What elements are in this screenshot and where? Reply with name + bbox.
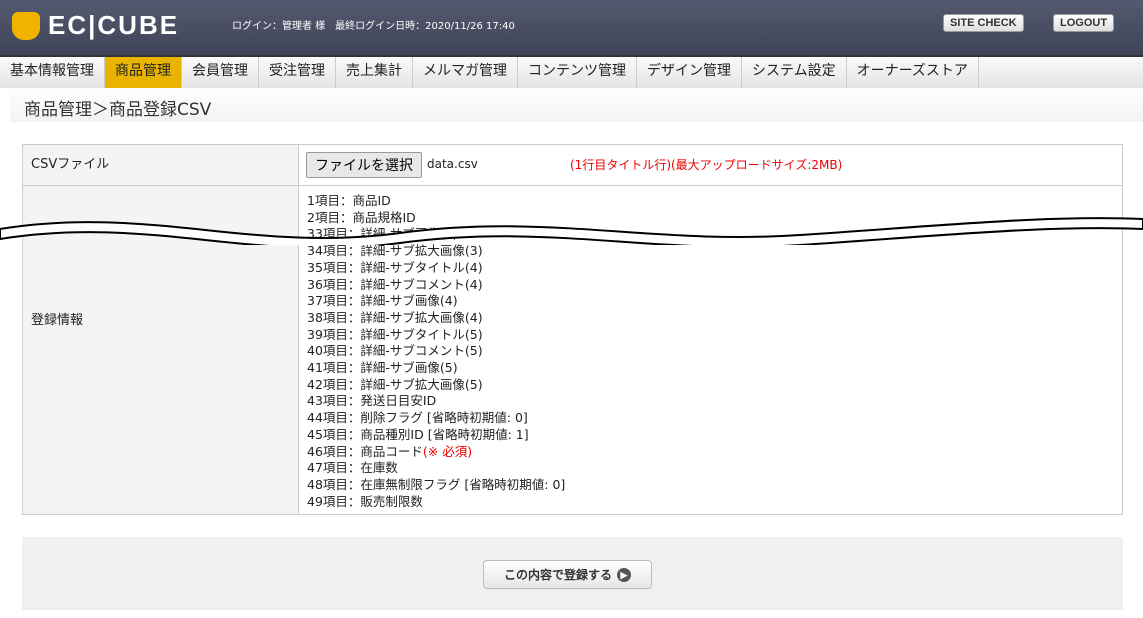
field-list-item: 41項目：詳細-サブ画像(5)	[307, 360, 565, 377]
field-text: 39項目：詳細-サブタイトル(5)	[307, 326, 483, 342]
field-list-item: 46項目：商品コード(※ 必須)	[307, 444, 565, 461]
nav-tab[interactable]: コンテンツ管理	[518, 57, 637, 88]
nav-tab[interactable]: 基本情報管理	[0, 57, 105, 88]
field-text: 38項目：詳細-サブ拡大画像(4)	[307, 309, 483, 325]
field-list-item: 45項目：商品種別ID [省略時初期値: 1]	[307, 427, 565, 444]
field-text: 44項目：削除フラグ [省略時初期値: 0]	[307, 410, 528, 426]
field-list-item: 39項目：詳細-サブタイトル(5)	[307, 327, 565, 344]
field-list-item: 37項目：詳細-サブ画像(4)	[307, 293, 565, 310]
file-name: data.csv	[427, 157, 478, 171]
field-list-item: 34項目：詳細-サブ拡大画像(3)	[307, 243, 565, 260]
register-label: この内容で登録する	[503, 568, 612, 582]
field-list-item: 36項目：詳細-サブコメント(4)	[307, 277, 565, 294]
field-list-item: 43項目：発送日目安ID	[307, 393, 565, 410]
footer-actions: この内容で登録する ▶	[22, 537, 1123, 610]
field-list-item: 47項目：在庫数	[307, 460, 565, 477]
csv-form-table: CSVファイル ファイルを選択 data.csv (1行目タイトル行)(最大アッ…	[22, 144, 1123, 515]
file-select-button[interactable]: ファイルを選択	[306, 152, 422, 178]
field-text: 40項目：詳細-サブコメント(5)	[307, 343, 483, 359]
register-button[interactable]: この内容で登録する ▶	[483, 560, 652, 589]
field-list-item: 40項目：詳細-サブコメント(5)	[307, 343, 565, 360]
field-list-item: 49項目：販売制限数	[307, 494, 565, 511]
logo-text: EC|CUBE	[48, 10, 180, 40]
nav-tab[interactable]: システム設定	[742, 57, 847, 88]
cube-logo-icon	[12, 11, 40, 40]
field-text: 41項目：詳細-サブ画像(5)	[307, 360, 458, 376]
csv-file-label: CSVファイル	[23, 145, 299, 185]
nav-tab[interactable]: 売上集計	[336, 57, 413, 88]
field-text: 46項目：商品コード	[307, 443, 423, 459]
nav-tab[interactable]: デザイン管理	[637, 57, 742, 88]
field-text: 35項目：詳細-サブタイトル(4)	[307, 259, 483, 275]
field-list-item: 44項目：削除フラグ [省略時初期値: 0]	[307, 410, 565, 427]
field-text: 36項目：詳細-サブコメント(4)	[307, 276, 483, 292]
field-text: 42項目：詳細-サブ拡大画像(5)	[307, 376, 483, 392]
upload-note: (1行目タイトル行)(最大アップロードサイズ:2MB)	[570, 158, 843, 172]
field-text: 37項目：詳細-サブ画像(4)	[307, 293, 458, 309]
breadcrumb: 商品管理＞商品登録CSV	[10, 88, 1143, 122]
header: EC|CUBE ログイン：管理者 様 最終ログイン日時：2020/11/26 1…	[0, 0, 1143, 55]
page-break-wave	[0, 217, 1143, 245]
nav-tab[interactable]: 会員管理	[182, 57, 259, 88]
main-nav: 基本情報管理 商品管理 会員管理 受注管理 売上集計 メルマガ管理 コンテンツ管理 デザイン管…	[0, 55, 1143, 88]
field-text: 47項目：在庫数	[307, 460, 398, 476]
logo[interactable]: EC|CUBE	[12, 10, 179, 41]
nav-tab[interactable]: オーナーズストア	[847, 57, 979, 88]
field-text: 48項目：在庫無制限フラグ [省略時初期値: 0]	[307, 476, 566, 492]
field-list-item: 48項目：在庫無制限フラグ [省略時初期値: 0]	[307, 477, 565, 494]
field-text: 43項目：発送日目安ID	[307, 393, 437, 409]
field-text: 45項目：商品種別ID [省略時初期値: 1]	[307, 426, 529, 442]
field-list-item: 38項目：詳細-サブ拡大画像(4)	[307, 310, 565, 327]
nav-tab[interactable]: 受注管理	[259, 57, 336, 88]
nav-tab[interactable]: 商品管理	[105, 57, 182, 88]
site-check-button[interactable]: SITE CHECK	[943, 14, 1024, 32]
arrow-right-icon: ▶	[617, 567, 631, 582]
field-text: 49項目：販売制限数	[307, 493, 423, 509]
field-text: 34項目：詳細-サブ拡大画像(3)	[307, 243, 483, 259]
login-info: ログイン：管理者 様 最終ログイン日時：2020/11/26 17:40	[232, 21, 515, 32]
nav-tab[interactable]: メルマガ管理	[413, 57, 518, 88]
logout-button[interactable]: LOGOUT	[1053, 14, 1115, 32]
field-list-item: 42項目：詳細-サブ拡大画像(5)	[307, 377, 565, 394]
field-list-item: 35項目：詳細-サブタイトル(4)	[307, 260, 565, 277]
required-mark: (※ 必須)	[422, 443, 473, 459]
